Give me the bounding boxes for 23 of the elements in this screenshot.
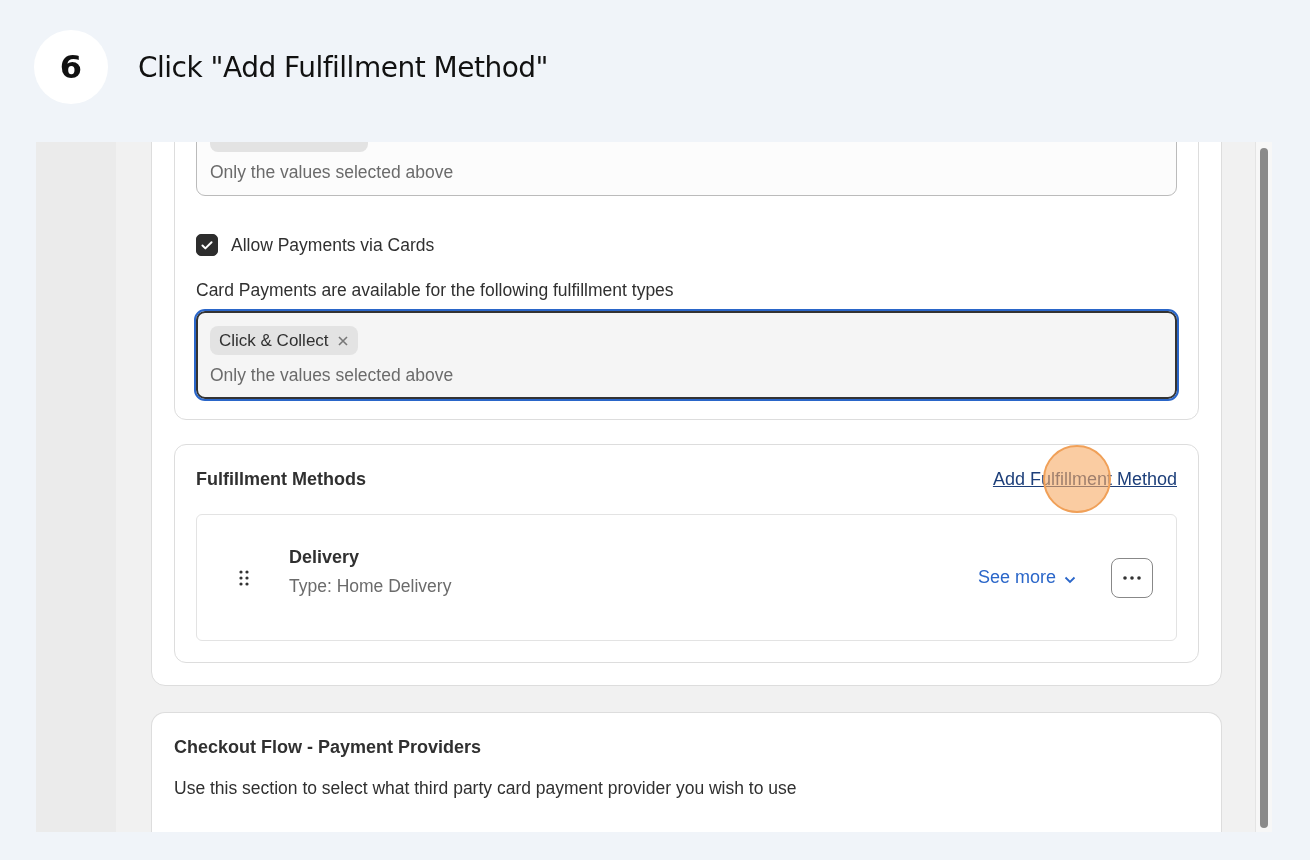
placeholder-text: Only the values selected above bbox=[210, 162, 455, 183]
ellipsis-icon bbox=[1122, 575, 1142, 580]
section-title: Checkout Flow - Payment Providers bbox=[174, 737, 483, 758]
remove-icon[interactable] bbox=[336, 334, 349, 347]
step-number: 6 bbox=[34, 30, 108, 104]
multiselect-field[interactable]: Click & Collect Only the values selected above bbox=[196, 311, 1177, 399]
checkbox[interactable] bbox=[196, 234, 218, 256]
placeholder-text: Only the values selected above bbox=[210, 365, 455, 386]
field-label: Card Payments are available for the following fulfillment types bbox=[196, 280, 675, 301]
step-instruction: Click "Add Fulfillment Method" bbox=[138, 50, 548, 84]
scrollbar-thumb[interactable] bbox=[1260, 148, 1268, 828]
method-name: Delivery bbox=[289, 546, 361, 568]
method-type: Type: Home Delivery bbox=[289, 575, 453, 597]
tag-label: Click & Collect bbox=[219, 330, 329, 351]
drag-handle-icon[interactable] bbox=[239, 569, 249, 586]
multiselect-field[interactable]: Only the values selected above bbox=[196, 142, 1177, 196]
chevron-down-icon bbox=[1064, 575, 1076, 584]
add-method-link[interactable]: Add Fulfillment Method bbox=[992, 469, 1177, 490]
checkbox-label: Allow Payments via Cards bbox=[231, 234, 435, 256]
more-button[interactable] bbox=[1111, 557, 1153, 598]
section-title: Fulfillment Methods bbox=[196, 469, 366, 490]
see-more-link[interactable]: See more bbox=[977, 567, 1056, 588]
section-description: Use this section to select what third party card payment provider you wish to use bbox=[174, 778, 798, 799]
